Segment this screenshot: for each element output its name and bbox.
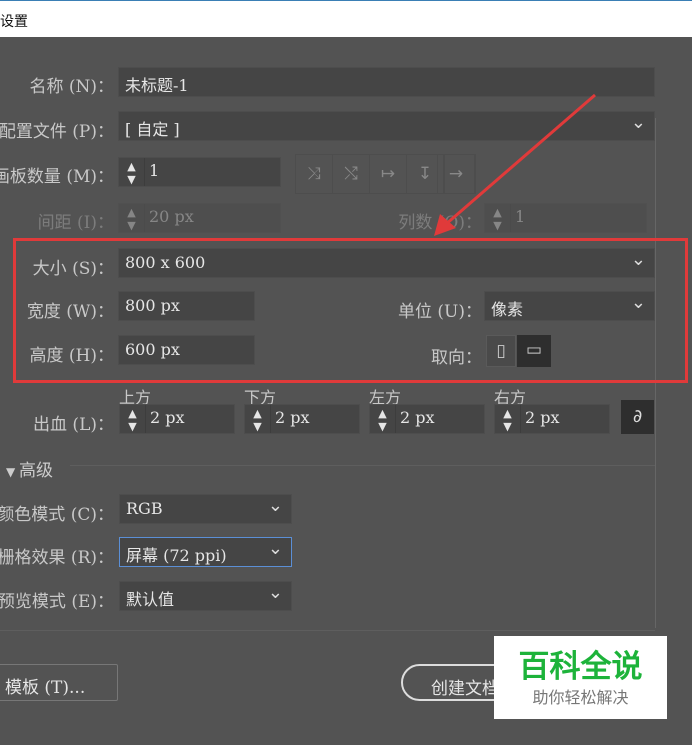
stepper-arrows-icon[interactable]: ▲ ▼ xyxy=(120,405,146,433)
raster-label: 栅格效果 (R)： xyxy=(0,548,114,568)
preview-label: 预览模式 (E)： xyxy=(0,592,114,612)
divider xyxy=(70,465,655,466)
advanced-label: 高级 xyxy=(19,461,54,481)
advanced-toggle[interactable]: ▼ 高级 xyxy=(6,456,53,481)
bleed-top-stepper[interactable]: ▲ ▼ 2 px xyxy=(119,404,235,434)
bleed-left-stepper[interactable]: ▲ ▼ 2 px xyxy=(369,404,485,434)
divider xyxy=(0,630,655,631)
color-mode-select[interactable]: RGB xyxy=(119,494,292,524)
preview-select[interactable]: 默认值 xyxy=(119,581,292,611)
watermark-title: 百科全说 xyxy=(518,649,643,685)
watermark-logo: 百科全说 助你轻松解决 xyxy=(494,636,667,719)
bleed-right-value: 2 px xyxy=(525,408,560,427)
bleed-right-stepper[interactable]: ▲ ▼ 2 px xyxy=(494,404,610,434)
annotation-arrow xyxy=(434,93,596,236)
stepper-arrows-icon[interactable]: ▲ ▼ xyxy=(495,405,521,433)
watermark-subtitle: 助你轻松解决 xyxy=(532,688,629,707)
templates-button[interactable]: 模板 (T)... xyxy=(0,664,118,701)
color-mode-label: 颜色模式 (C)： xyxy=(0,505,114,525)
triangle-down-icon: ▼ xyxy=(6,465,20,479)
stepper-arrows-icon[interactable]: ▲ ▼ xyxy=(370,405,396,433)
bleed-bottom-value: 2 px xyxy=(275,408,310,427)
raster-select[interactable]: 屏幕 (72 ppi) xyxy=(119,537,292,567)
bleed-bottom-stepper[interactable]: ▲ ▼ 2 px xyxy=(244,404,360,434)
color-mode-value: RGB xyxy=(126,499,163,518)
bleed-top-value: 2 px xyxy=(150,408,185,427)
raster-value: 屏幕 (72 ppi) xyxy=(126,546,227,565)
bleed-label: 出血 (L)： xyxy=(33,415,114,435)
preview-value: 默认值 xyxy=(126,590,175,609)
link-icon[interactable]: ∂ xyxy=(621,400,654,434)
stepper-arrows-icon[interactable]: ▲ ▼ xyxy=(245,405,271,433)
bleed-left-value: 2 px xyxy=(400,408,435,427)
